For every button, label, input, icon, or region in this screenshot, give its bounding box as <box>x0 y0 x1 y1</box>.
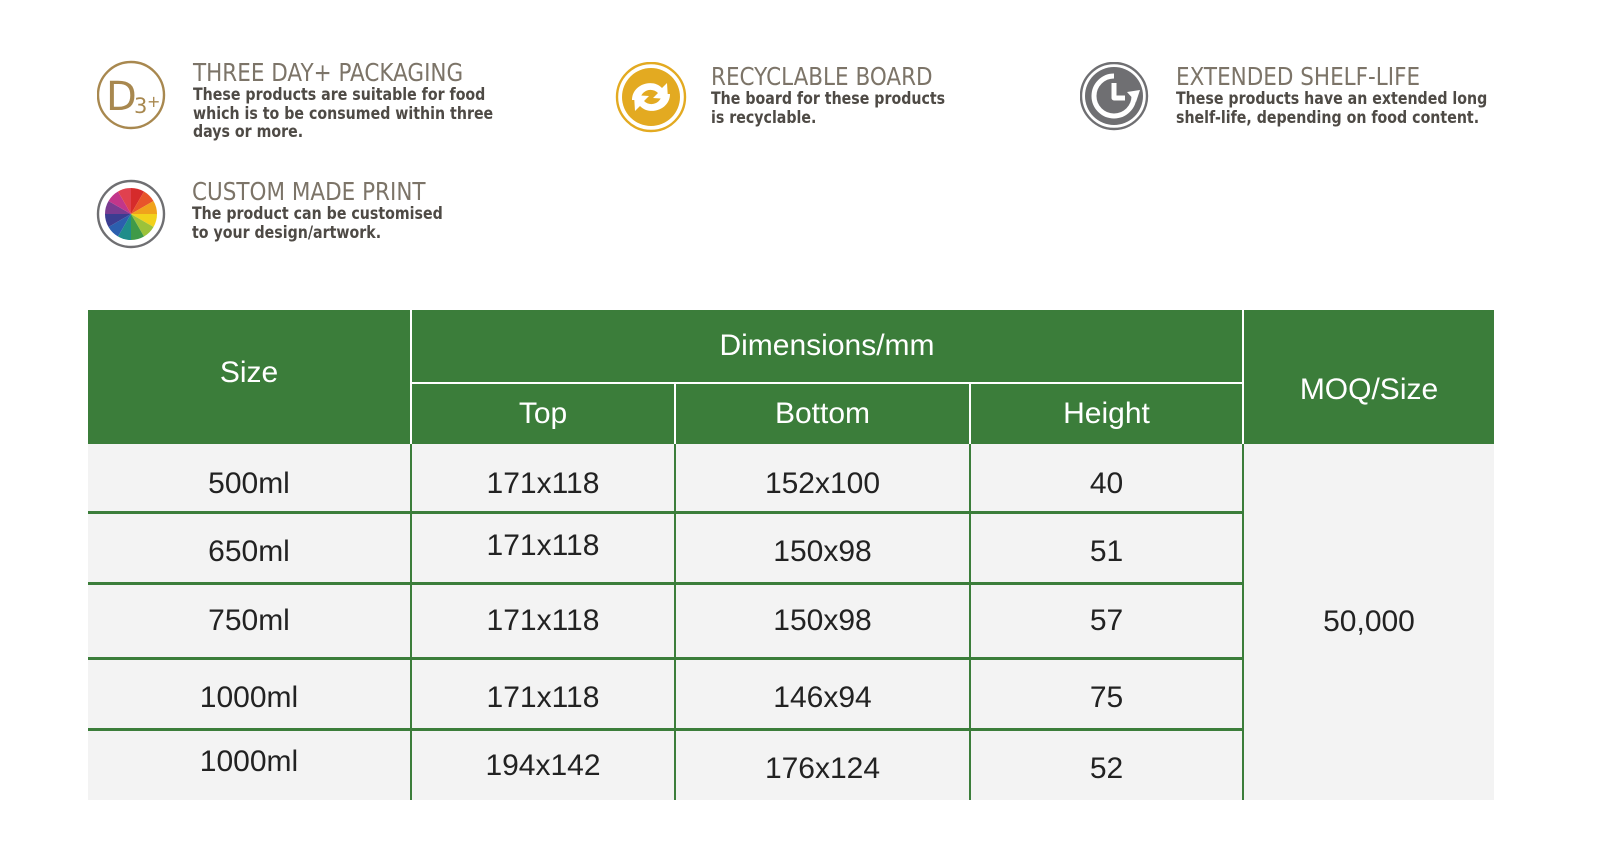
table-cell-bottom: 152x100 <box>676 444 969 511</box>
table-cell-size: 650ml <box>88 514 410 582</box>
color-wheel-icon <box>96 179 166 249</box>
table-cell-bottom: 150x98 <box>676 514 969 582</box>
svg-text:+: + <box>147 92 160 111</box>
row-divider <box>88 728 1242 731</box>
header-size: Size <box>88 310 410 444</box>
header-divider <box>412 382 1242 384</box>
row-divider <box>88 511 1242 514</box>
row-divider <box>88 657 1242 660</box>
moq-value: 50,000 <box>1244 444 1494 800</box>
header-dimensions: Dimensions/mm <box>412 310 1242 382</box>
feature-title: CUSTOM MADE PRINT <box>192 177 426 206</box>
row-divider <box>88 582 1242 585</box>
header-bottom: Bottom <box>676 384 969 444</box>
feature-title: THREE DAY+ PACKAGING <box>193 58 464 87</box>
feature-description: The product can be customised to your de… <box>192 204 443 242</box>
table-cell-height: 57 <box>971 585 1242 657</box>
table-cell-top: 171x118 <box>412 585 674 657</box>
feature-description: These products have an extended long she… <box>1176 89 1488 127</box>
specifications-table: Size Dimensions/mm Top Bottom Height MOQ… <box>88 310 1494 800</box>
feature-description: These products are suitable for food whi… <box>193 85 494 141</box>
header-divider <box>1242 310 1244 444</box>
feature-title: RECYCLABLE BOARD <box>711 62 933 91</box>
header-divider <box>674 384 676 444</box>
column-divider <box>969 444 971 800</box>
header-divider <box>410 310 412 444</box>
table-cell-top: 171x118 <box>412 444 674 511</box>
table-cell-bottom: 146x94 <box>676 660 969 728</box>
table-cell-top: 171x118 <box>412 660 674 728</box>
table-cell-bottom: 176x124 <box>676 731 969 800</box>
table-cell-size: 750ml <box>88 585 410 657</box>
column-divider <box>410 444 412 800</box>
table-cell-height: 52 <box>971 731 1242 800</box>
d3-plus-icon: D 3 + <box>96 60 167 130</box>
recycle-icon <box>615 61 687 133</box>
table-cell-top: 171x118 <box>412 514 674 582</box>
header-height: Height <box>971 384 1242 444</box>
svg-text:D: D <box>106 74 137 120</box>
table-cell-height: 75 <box>971 660 1242 728</box>
table-cell-top: 194x142 <box>412 731 674 800</box>
header-divider <box>969 384 971 444</box>
table-cell-height: 40 <box>971 444 1242 511</box>
table-cell-height: 51 <box>971 514 1242 582</box>
table-cell-size: 1000ml <box>88 660 410 728</box>
table-cell-bottom: 150x98 <box>676 585 969 657</box>
column-divider <box>674 444 676 800</box>
table-cell-size: 500ml <box>88 444 410 511</box>
header-top: Top <box>412 384 674 444</box>
header-moq: MOQ/Size <box>1244 310 1494 444</box>
feature-description: The board for these products is recyclab… <box>711 89 946 127</box>
feature-title: EXTENDED SHELF-LIFE <box>1176 62 1421 91</box>
column-divider <box>1242 444 1244 800</box>
svg-text:3: 3 <box>134 94 147 118</box>
clock-icon <box>1079 61 1150 132</box>
table-cell-size: 1000ml <box>88 731 410 800</box>
